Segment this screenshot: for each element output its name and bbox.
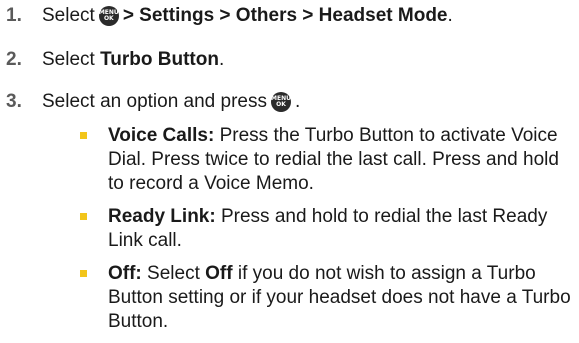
- step-2-number: 2.: [6, 49, 22, 70]
- option-term: Ready Link:: [108, 206, 216, 227]
- menu-ok-key-icon: MENU OK: [271, 92, 291, 112]
- step-1: 1. Select MENU OK > Settings > Others > …: [0, 4, 453, 28]
- step-2-suffix: .: [218, 49, 225, 70]
- option-voice-calls: Voice Calls: Press the Turbo Button to a…: [80, 124, 575, 196]
- step-2-prefix: Select: [42, 49, 95, 70]
- bullet-square-icon: [80, 270, 87, 277]
- option-description-bold: Off: [205, 263, 233, 284]
- step-2: 2. Select Turbo Button.: [0, 48, 224, 72]
- bullet-square-icon: [80, 132, 87, 139]
- step-1-path: > Settings > Others > Headset Mode: [122, 5, 448, 26]
- option-description-pre: Select: [147, 263, 200, 284]
- step-3-prefix: Select an option and press: [42, 91, 267, 112]
- menu-ok-key-icon: MENU OK: [98, 6, 119, 26]
- step-1-number: 1.: [6, 5, 22, 26]
- step-2-text: Select Turbo Button.: [42, 48, 224, 72]
- option-off: Off: Select Off if you do not wish to as…: [80, 262, 575, 334]
- option-term: Off:: [108, 263, 142, 284]
- option-ready-link: Ready Link: Press and hold to redial the…: [80, 205, 575, 253]
- bullet-square-icon: [80, 213, 87, 220]
- step-3-number: 3.: [6, 91, 22, 112]
- step-1-suffix: .: [447, 5, 453, 26]
- step-3-suffix: .: [295, 91, 301, 112]
- option-term: Voice Calls:: [108, 125, 215, 146]
- menu-key-line2: OK: [276, 101, 286, 108]
- option-list: Voice Calls: Press the Turbo Button to a…: [80, 124, 575, 343]
- step-1-prefix: Select: [42, 5, 95, 26]
- instructions-page: 1. Select MENU OK > Settings > Others > …: [0, 0, 579, 332]
- step-1-text: Select MENU OK > Settings > Others > Hea…: [42, 4, 453, 28]
- menu-key-line2: OK: [103, 15, 114, 22]
- step-2-bold: Turbo Button: [100, 49, 219, 70]
- step-3-text: Select an option and press MENU OK .: [42, 90, 300, 114]
- step-3: 3. Select an option and press MENU OK .: [0, 90, 300, 114]
